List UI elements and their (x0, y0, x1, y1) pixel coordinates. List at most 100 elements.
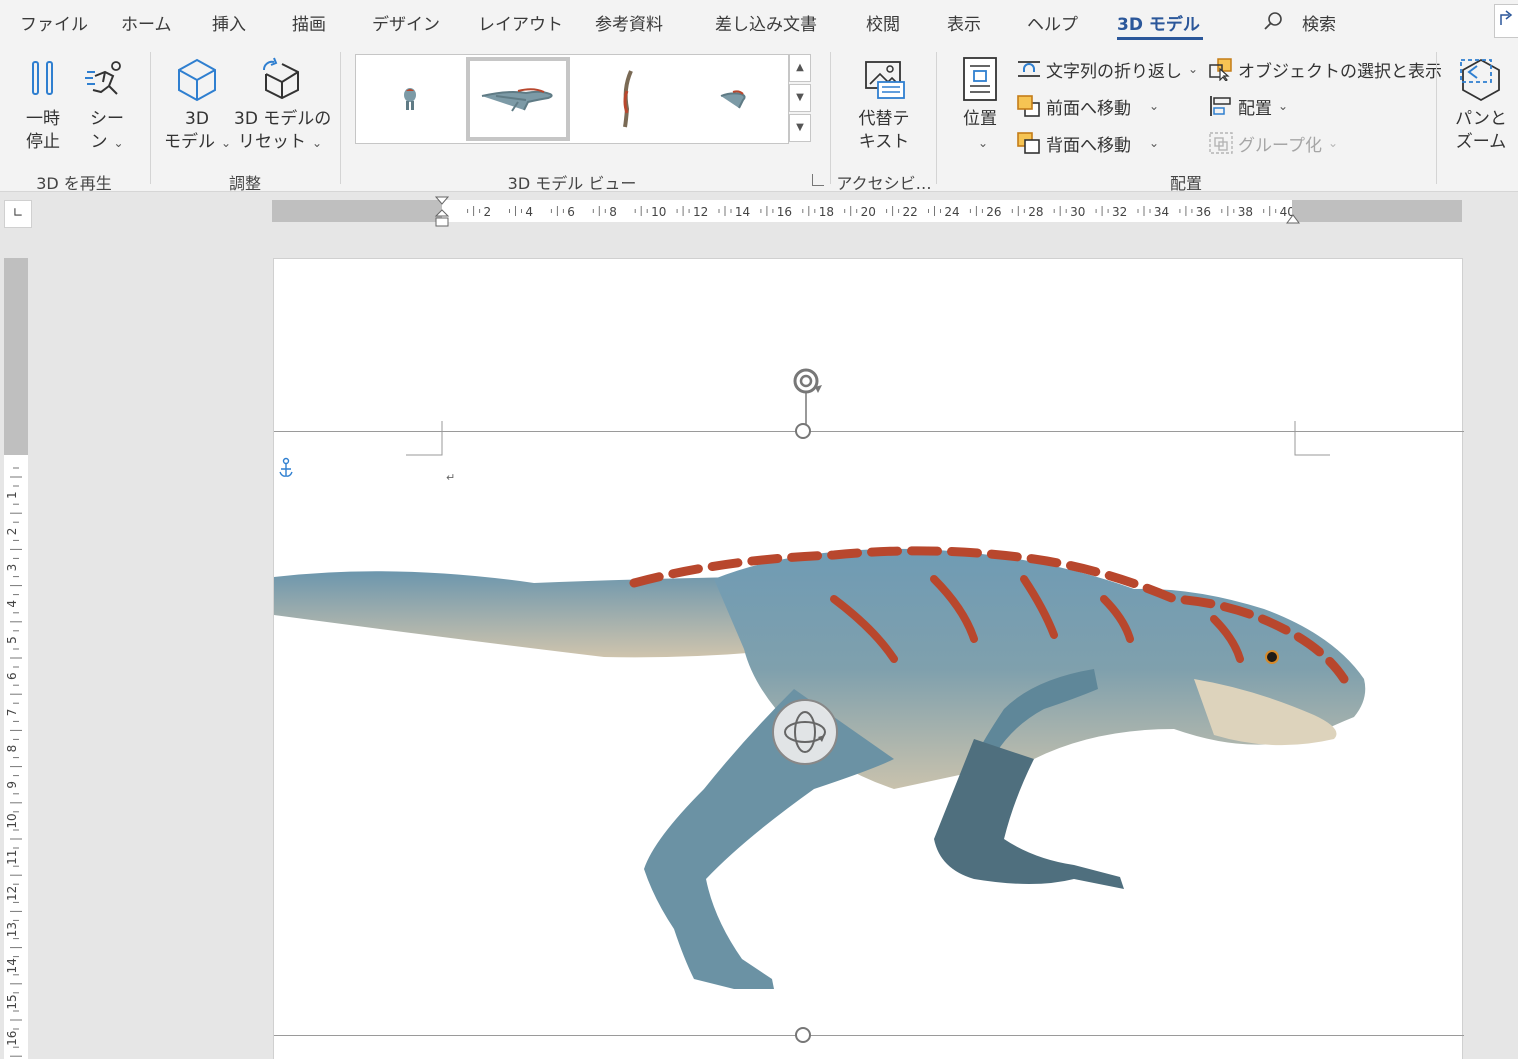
ruler-tick-label: 9 (5, 781, 19, 789)
tab-draw[interactable]: 描画 (292, 10, 326, 35)
ruler-tick-label: 12 (5, 886, 19, 901)
wrap-text-label: 文字列の折り返し (1046, 61, 1182, 82)
tab-3d-model[interactable]: 3D モデル (1117, 10, 1200, 35)
vertical-ruler[interactable]: 5432112345678910111213141516 (4, 258, 28, 1059)
tab-view[interactable]: 表示 (947, 10, 981, 35)
right-indent-marker-icon[interactable] (1285, 212, 1301, 224)
ruler-tick-label: 1 (5, 491, 19, 499)
chevron-down-icon: ⌄ (1149, 136, 1160, 150)
group-label-accessibility: アクセシビ… (836, 174, 932, 193)
ruler-tick-label: 11 (5, 850, 19, 865)
scene-button[interactable]: シー ン ⌄ (80, 56, 134, 155)
group-icon (1209, 132, 1233, 154)
tab-references[interactable]: 参考資料 (595, 10, 663, 35)
alt-text-button[interactable]: 代替テ キスト (846, 56, 922, 154)
selection-pane-button[interactable]: オブジェクトの選択と表示 (1208, 56, 1442, 82)
tab-selector-button[interactable]: ∟ (4, 200, 32, 228)
ruler-tick-label: 22 (903, 205, 918, 219)
gallery-scroll-down-button[interactable]: ▼ (789, 84, 811, 112)
scene-icon (85, 61, 121, 95)
align-icon (1210, 96, 1231, 116)
tab-insert[interactable]: 挿入 (212, 10, 246, 35)
margin-mark-right (1294, 421, 1330, 456)
horizontal-ruler-scale: 8642246810121416182022242628303234363840… (274, 205, 1486, 219)
align-button[interactable]: 配置 ⌄ (1208, 93, 1288, 119)
dialog-launcher-icon[interactable] (812, 174, 824, 186)
position-button[interactable]: 位置 ⌄ (952, 56, 1008, 155)
ruler-tick-label: 4 (5, 600, 19, 608)
ruler-right-margin (1292, 200, 1462, 222)
3d-model-label-1: 3D (185, 109, 209, 129)
ruler-tick-label: 26 (986, 205, 1001, 219)
group-label-views: 3D モデル ビュー (507, 174, 637, 193)
chevron-down-icon: ⌄ (977, 136, 989, 150)
ruler-tick-label: 3 (5, 564, 19, 572)
selection-frame-bottom (274, 1035, 1464, 1036)
tab-design[interactable]: デザイン (372, 10, 440, 35)
group-label: グループ化 (1238, 135, 1322, 156)
view-thumbnail-front[interactable] (358, 57, 462, 141)
ruler-tick-label: 14 (5, 958, 19, 973)
search-icon[interactable] (1262, 10, 1284, 32)
pause-button[interactable]: 一時 停止 (20, 56, 66, 154)
resize-handle-top[interactable] (795, 423, 811, 439)
chevron-down-icon: ⌄ (1149, 99, 1160, 113)
tab-help[interactable]: ヘルプ (1027, 10, 1078, 35)
view-thumbnail-back[interactable] (682, 57, 786, 141)
tab-file[interactable]: ファイル (20, 10, 88, 35)
ruler-tick-label: 2 (5, 528, 19, 536)
position-label: 位置 (963, 109, 997, 129)
reset-model-icon (263, 57, 299, 100)
bring-forward-button[interactable]: 前面へ移動 ⌄ (1016, 93, 1159, 119)
position-icon (963, 57, 997, 101)
scene-label-1: シー (90, 109, 124, 129)
3d-rotate-control-icon[interactable] (770, 697, 840, 767)
ruler-tick-label: 28 (1028, 205, 1043, 219)
reset-label-1: 3D モデルの (234, 109, 332, 129)
search-label[interactable]: 検索 (1302, 10, 1336, 35)
document-page[interactable]: ↵ (273, 258, 1464, 1059)
reset-3d-model-button[interactable]: 3D モデルの リセット ⌄ (234, 56, 332, 155)
group-label-arrange: 配置 (1169, 174, 1202, 193)
reset-label-2-text: リセット (237, 132, 306, 152)
selection-pane-icon (1209, 58, 1232, 81)
ruler-tick-label: 13 (5, 922, 19, 937)
dino-back-thumb (720, 90, 746, 109)
indent-marker-icon[interactable] (434, 196, 450, 230)
selection-frame-top (274, 431, 1464, 432)
chevron-down-icon: ⌄ (1278, 99, 1289, 113)
tab-review[interactable]: 校閲 (866, 10, 900, 35)
view-thumbnail-side[interactable] (466, 57, 570, 141)
ruler-tick-label: 10 (651, 205, 666, 219)
margin-mark-left (406, 421, 443, 456)
gallery-scroll-up-button[interactable]: ▲ (789, 54, 811, 82)
send-backward-button[interactable]: 背面へ移動 ⌄ (1016, 130, 1159, 156)
resize-handle-bottom[interactable] (795, 1027, 811, 1043)
view-thumbnail-top[interactable] (574, 57, 678, 141)
group-label-play: 3D を再生 (36, 174, 112, 193)
tab-layout[interactable]: レイアウト (478, 10, 563, 35)
share-button[interactable] (1494, 4, 1518, 38)
tab-mailings[interactable]: 差し込み文書 (715, 10, 817, 35)
pause-label-2: 停止 (26, 132, 60, 152)
chevron-down-icon: ⌄ (221, 136, 232, 150)
ruler-tick-label: 30 (1070, 205, 1085, 219)
tab-home[interactable]: ホーム (121, 10, 172, 35)
chevron-down-icon: ⌄ (1327, 136, 1339, 150)
pan-zoom-button[interactable]: パンと ズーム (1450, 56, 1512, 154)
3d-model-button[interactable]: 3D モデル ⌄ (164, 56, 232, 155)
ruler-tick-label: 32 (1112, 205, 1127, 219)
3d-model-dinosaur[interactable] (274, 539, 1374, 999)
gallery-more-button[interactable]: ▼ (789, 114, 811, 142)
wrap-text-button[interactable]: 文字列の折り返し ⌄ (1016, 56, 1198, 82)
horizontal-ruler[interactable]: 8642246810121416182022242628303234363840… (272, 196, 1486, 227)
rotate-handle-icon[interactable] (786, 363, 826, 425)
selection-pane-label: オブジェクトの選択と表示 (1238, 61, 1442, 82)
ribbon-separator (340, 52, 341, 184)
send-backward-icon (1017, 132, 1040, 154)
group-button[interactable]: グループ化 ⌄ (1208, 130, 1338, 156)
3d-model-icon (178, 58, 216, 102)
scene-label-2: ン ⌄ (80, 131, 134, 155)
paragraph-mark-icon: ↵ (446, 471, 456, 484)
ruler-tick-label: 8 (609, 205, 617, 219)
